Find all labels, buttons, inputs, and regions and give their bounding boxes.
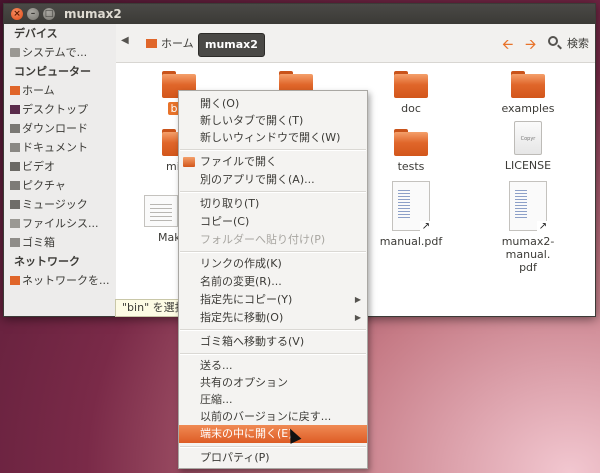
sidebar-item-filesystem[interactable]: ファイルシス... xyxy=(4,214,116,233)
home-icon xyxy=(10,86,20,95)
menu-item-properties[interactable]: プロパティ(P) xyxy=(179,449,367,467)
network-icon xyxy=(10,276,20,285)
menu-item-rename[interactable]: 名前の変更(R)... xyxy=(179,273,367,291)
video-icon xyxy=(10,162,20,171)
folder-icon xyxy=(394,129,428,156)
minimize-window-button[interactable]: – xyxy=(27,8,39,20)
submenu-arrow-icon: ▶ xyxy=(354,295,361,304)
text-file-icon xyxy=(144,195,178,227)
sidebar-header-devices: デバイス xyxy=(14,27,58,40)
menu-item-open-with-other[interactable]: 別のアプリで開く(A)... xyxy=(179,171,367,189)
folder-icon xyxy=(394,71,428,98)
sidebar-item-desktop[interactable]: デスクトップ xyxy=(4,100,116,119)
menu-item-copy-to[interactable]: 指定先にコピー(Y) ▶ xyxy=(179,291,367,309)
breadcrumb-home[interactable]: ホーム xyxy=(140,33,200,55)
folder-icon xyxy=(183,157,195,167)
sidebar-item-trash[interactable]: ゴミ箱 xyxy=(4,233,116,252)
file-item-doc[interactable]: doc xyxy=(366,71,456,115)
menu-item-move-to-trash[interactable]: ゴミ箱へ移動する(V) xyxy=(179,333,367,351)
sidebar-item-downloads[interactable]: ダウンロード xyxy=(4,119,116,138)
file-item-license[interactable]: Copyr LICENSE xyxy=(483,121,573,172)
menu-item-open-in-terminal[interactable]: 端末の中に開く(E) xyxy=(179,425,367,443)
download-icon xyxy=(10,124,20,133)
home-icon xyxy=(146,39,157,48)
sidebar-item-system[interactable]: システムで... xyxy=(4,43,116,62)
filesystem-icon xyxy=(10,219,20,228)
sidebar-item-home[interactable]: ホーム xyxy=(4,81,116,100)
folder-icon xyxy=(511,71,545,98)
menu-item-paste-into-folder: フォルダーへ貼り付け(P) xyxy=(200,233,326,246)
menu-item-open-with-files[interactable]: ファイルで開く xyxy=(179,153,367,171)
search-label[interactable]: 検索 xyxy=(567,35,589,51)
menu-item-make-link[interactable]: リンクの作成(K) xyxy=(179,255,367,273)
file-item-manual-pdf[interactable]: ↗ manual.pdf xyxy=(366,181,456,248)
file-item-examples[interactable]: examples xyxy=(483,71,573,115)
pdf-file-icon: ↗ xyxy=(509,181,549,233)
pdf-file-icon: ↗ xyxy=(392,181,432,233)
desktop-icon xyxy=(10,105,20,114)
menu-item-restore-previous-version[interactable]: 以前のバージョンに戻す... xyxy=(179,408,367,426)
sidebar-item-videos[interactable]: ビデオ xyxy=(4,157,116,176)
menu-item-open-new-tab[interactable]: 新しいタブで開く(T) xyxy=(179,112,367,130)
title-bar[interactable]: × – □ mumax2 xyxy=(4,4,595,24)
text-file-icon: Copyr xyxy=(514,121,542,155)
file-item-tests[interactable]: tests xyxy=(366,129,456,173)
submenu-arrow-icon: ▶ xyxy=(354,313,361,322)
trash-icon xyxy=(10,238,20,247)
window-title: mumax2 xyxy=(64,7,122,21)
drive-icon xyxy=(10,48,20,57)
sidebar-item-pictures[interactable]: ピクチャ xyxy=(4,176,116,195)
breadcrumb-current[interactable]: mumax2 xyxy=(198,33,265,57)
music-icon xyxy=(10,200,20,209)
menu-item-open-new-window[interactable]: 新しいウィンドウで開く(W) xyxy=(179,129,367,147)
back-arrow-icon[interactable]: 🡨 xyxy=(502,34,513,58)
menu-item-send-to[interactable]: 送る... xyxy=(179,357,367,375)
menu-item-sharing-options[interactable]: 共有のオプション xyxy=(179,374,367,392)
sidebar-item-documents[interactable]: ドキュメント xyxy=(4,138,116,157)
menu-item-open[interactable]: 開く(O) xyxy=(179,95,367,113)
menu-item-compress[interactable]: 圧縮... xyxy=(179,391,367,409)
sidebar-header-computer: コンピューター xyxy=(14,65,91,78)
menu-item-cut[interactable]: 切り取り(T) xyxy=(179,195,367,213)
maximize-window-button[interactable]: □ xyxy=(43,8,55,20)
picture-icon xyxy=(10,181,20,190)
sidebar: デバイス システムで... コンピューター ホーム デスクトップ ダウンロード … xyxy=(4,24,117,316)
toolbar: ◀ ホーム mumax2 🡨 🡪 検索 xyxy=(116,24,595,62)
forward-arrow-icon[interactable]: 🡪 xyxy=(525,34,536,58)
menu-item-copy[interactable]: コピー(C) xyxy=(179,213,367,231)
sidebar-item-network[interactable]: ネットワークを... xyxy=(4,271,116,290)
close-window-button[interactable]: × xyxy=(11,8,23,20)
document-icon xyxy=(10,143,20,152)
chevron-left-icon[interactable]: ◀ xyxy=(121,35,129,46)
sidebar-header-network: ネットワーク xyxy=(14,255,80,268)
context-menu: 開く(O) 新しいタブで開く(T) 新しいウィンドウで開く(W) ファイルで開く… xyxy=(178,90,368,469)
sidebar-item-music[interactable]: ミュージック xyxy=(4,195,116,214)
menu-item-move-to[interactable]: 指定先に移動(O) ▶ xyxy=(179,309,367,327)
search-icon[interactable] xyxy=(548,36,558,46)
file-item-mumax2-manual-pdf[interactable]: ↗ mumax2-manual. pdf xyxy=(483,181,573,274)
